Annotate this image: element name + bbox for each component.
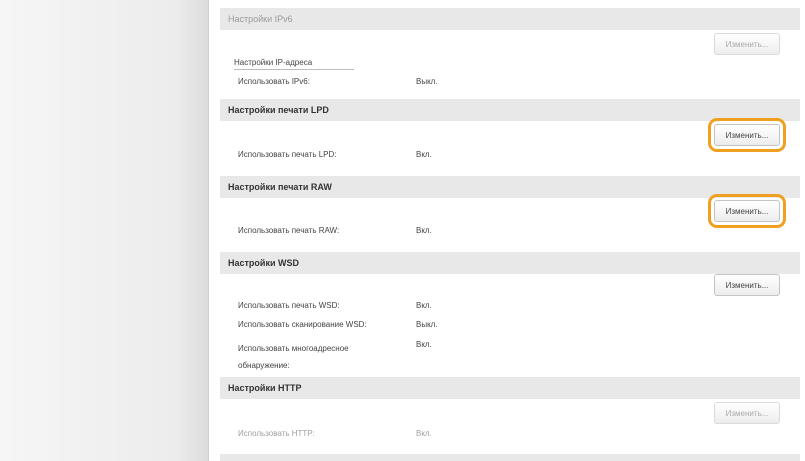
lpd-change-label: Изменить... [725,130,769,140]
use-lpd-value: Вкл. [416,150,432,159]
use-http-value: Вкл. [416,429,432,438]
http-section-header: Настройки HTTP [220,377,800,399]
left-sidebar-panel [0,0,209,461]
use-http-label: Использовать HTTP: [238,429,315,438]
use-ipv6-value: Выкл. [416,77,438,86]
use-ipv6-label: Использовать IPv6: [238,77,310,86]
http-change-button[interactable]: Изменить... [714,402,780,424]
wsd-section-title: Настройки WSD [228,258,299,268]
use-wsd-scan-label: Использовать сканирование WSD: [238,320,367,329]
wsd-section-header: Настройки WSD [220,252,800,274]
use-raw-value: Вкл. [416,226,432,235]
ipv6-change-label: Изменить... [725,39,769,49]
use-wsd-print-label: Использовать печать WSD: [238,301,340,310]
wsd-change-label: Изменить... [725,280,769,290]
use-wsd-scan-value: Выкл. [416,320,438,329]
raw-change-button[interactable]: Изменить... [714,200,780,222]
ip-address-subsection-title: Настройки IP-адреса [234,58,354,70]
use-multicast-discovery-label: Использовать многоадресное обнаружение: [238,344,349,370]
next-section-header-partial [220,454,800,461]
raw-section-title: Настройки печати RAW [228,182,332,192]
use-raw-label: Использовать печать RAW: [238,226,340,235]
ipv6-change-button[interactable]: Изменить... [714,33,780,55]
use-lpd-label: Использовать печать LPD: [238,150,337,159]
settings-content: Настройки IPv6 Изменить... Настройки IP-… [220,0,800,461]
use-multicast-discovery-value: Вкл. [416,340,432,349]
raw-change-label: Изменить... [725,206,769,216]
wsd-change-button[interactable]: Изменить... [714,274,780,296]
ipv6-section-header: Настройки IPv6 [220,8,800,30]
lpd-change-button[interactable]: Изменить... [714,124,780,146]
http-section-title: Настройки HTTP [228,383,302,393]
lpd-section-title: Настройки печати LPD [228,105,329,115]
ipv6-section-title: Настройки IPv6 [228,14,293,24]
use-wsd-print-value: Вкл. [416,301,432,310]
http-change-label: Изменить... [725,408,769,418]
